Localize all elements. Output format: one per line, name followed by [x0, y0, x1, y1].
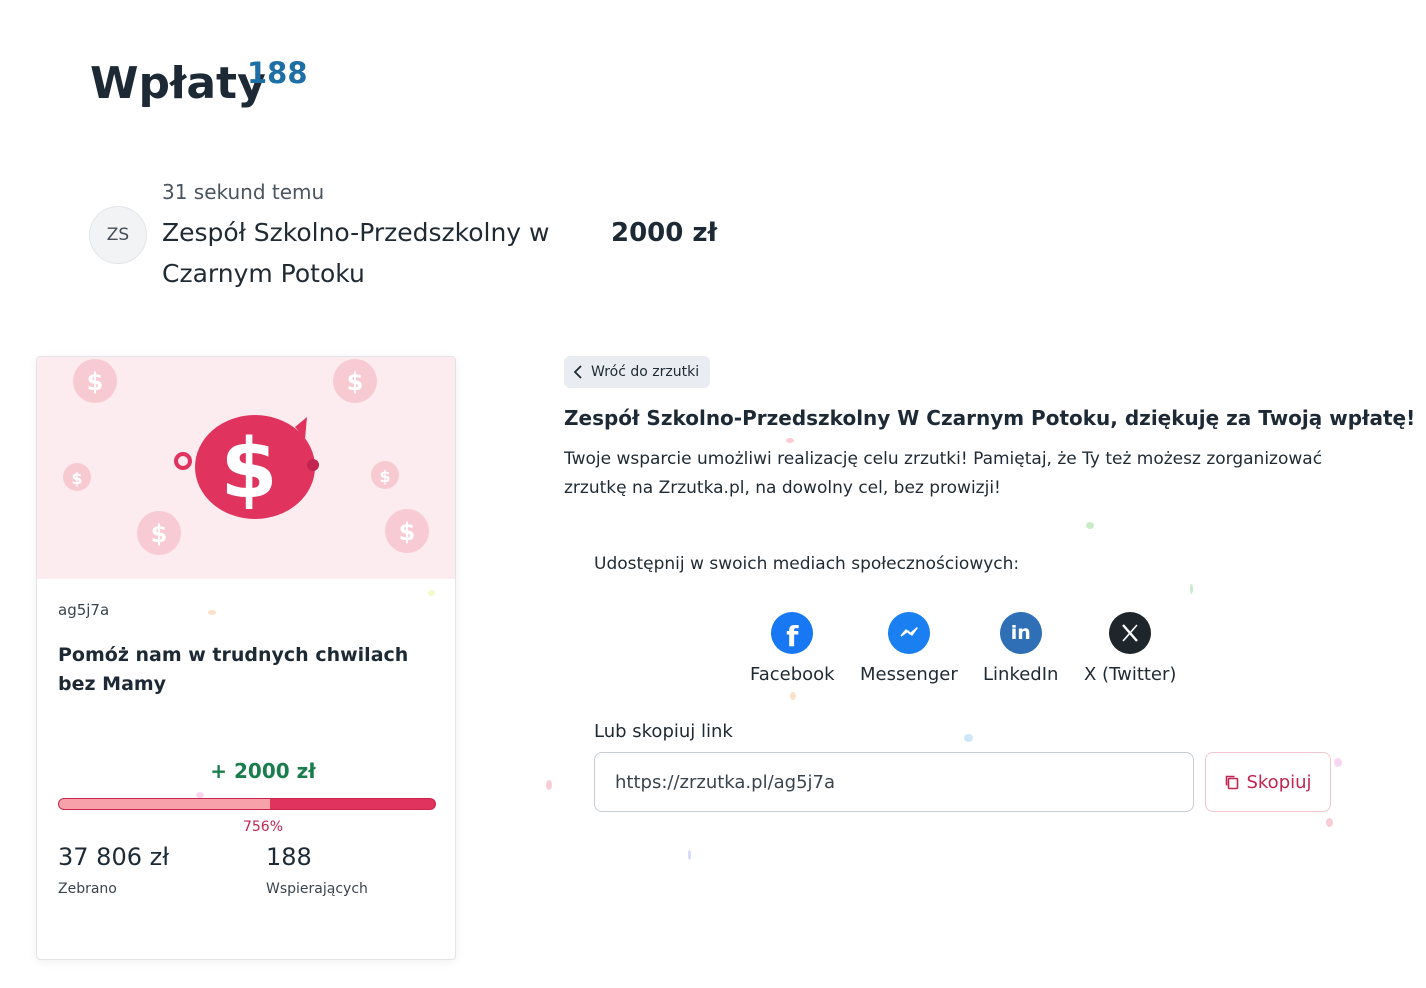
- share-x-button[interactable]: X (Twitter): [1084, 612, 1176, 685]
- messenger-icon: [887, 612, 930, 654]
- copy-link-button[interactable]: Skopiuj: [1205, 752, 1331, 812]
- added-amount: + 2000 zł: [210, 759, 316, 783]
- svg-text:$: $: [220, 422, 277, 517]
- piggy-bank-pattern-icon: $ $ $ $ $ $ $: [63, 359, 429, 555]
- donation-amount: 2000 zł: [611, 218, 718, 248]
- campaign-code: ag5j7a: [58, 601, 110, 619]
- share-facebook-label: Facebook: [750, 664, 835, 685]
- campaign-link-input[interactable]: [594, 752, 1194, 812]
- confetti-dot: [1326, 818, 1333, 827]
- share-linkedin-button[interactable]: in LinkedIn: [983, 612, 1058, 685]
- confetti-dot: [196, 792, 204, 798]
- svg-text:$: $: [347, 368, 364, 396]
- confetti-dot: [1334, 758, 1342, 767]
- thanks-text: Twoje wsparcie umożliwi realizację celu …: [564, 449, 1323, 498]
- confetti-dot: [546, 780, 552, 790]
- svg-text:$: $: [71, 469, 82, 488]
- confetti-dot: [790, 692, 796, 700]
- x-icon: [1109, 612, 1152, 654]
- confetti-dot: [1086, 522, 1094, 529]
- confetti-dot: [208, 610, 216, 615]
- facebook-icon: f: [771, 612, 814, 654]
- progress-bar: [58, 798, 436, 810]
- copy-icon: [1226, 775, 1239, 790]
- donations-count: 188: [247, 56, 308, 90]
- page: Wpłaty 188 ZS 31 sekund temu Zespół Szko…: [0, 0, 1426, 988]
- share-label: Udostępnij w swoich mediach społeczności…: [594, 554, 1020, 574]
- donation-time: 31 sekund temu: [162, 180, 325, 204]
- svg-text:$: $: [399, 518, 416, 546]
- confetti-dot: [964, 734, 973, 742]
- back-label: Wróć do zrzutki: [591, 364, 700, 380]
- svg-text:$: $: [151, 520, 168, 548]
- confetti-dot: [428, 590, 435, 596]
- progress-percent: 756%: [242, 819, 284, 835]
- share-messenger-button[interactable]: Messenger: [860, 612, 958, 685]
- chevron-left-icon: [573, 365, 582, 379]
- copy-button-label: Skopiuj: [1246, 771, 1312, 793]
- collected-value: 37 806 zł: [58, 843, 170, 871]
- confetti-dot: [1190, 584, 1193, 594]
- donor-name: Zespół Szkolno-Przedszkolny w Czarnym Po…: [162, 218, 550, 288]
- back-to-campaign-button[interactable]: Wróć do zrzutki: [564, 356, 711, 388]
- svg-text:$: $: [379, 467, 390, 486]
- campaign-title[interactable]: Pomóż nam w trudnych chwilach bez Mamy: [58, 641, 428, 699]
- progress-fill: [59, 799, 270, 809]
- campaign-card[interactable]: $ $ $ $ $ $ $ ag5j7a Pomóż nam w trudnyc…: [36, 356, 456, 960]
- supporters-value: 188: [266, 843, 312, 871]
- supporters-label: Wspierających: [266, 881, 368, 897]
- page-title: Wpłaty: [90, 58, 266, 109]
- svg-text:$: $: [87, 368, 104, 396]
- confetti-dot: [786, 438, 794, 443]
- thanks-heading: Zespół Szkolno-Przedszkolny W Czarnym Po…: [564, 406, 1416, 430]
- linkedin-icon: in: [999, 612, 1042, 654]
- copy-link-label: Lub skopiuj link: [594, 721, 733, 742]
- share-messenger-label: Messenger: [860, 664, 958, 685]
- confetti-dot: [688, 850, 691, 860]
- campaign-image: $ $ $ $ $ $ $: [37, 357, 455, 579]
- donor-avatar: ZS: [89, 206, 147, 264]
- avatar-initials: ZS: [106, 225, 130, 245]
- share-facebook-button[interactable]: f Facebook: [750, 612, 835, 685]
- share-x-label: X (Twitter): [1084, 664, 1177, 685]
- share-linkedin-label: LinkedIn: [983, 664, 1059, 685]
- collected-label: Zebrano: [58, 881, 117, 897]
